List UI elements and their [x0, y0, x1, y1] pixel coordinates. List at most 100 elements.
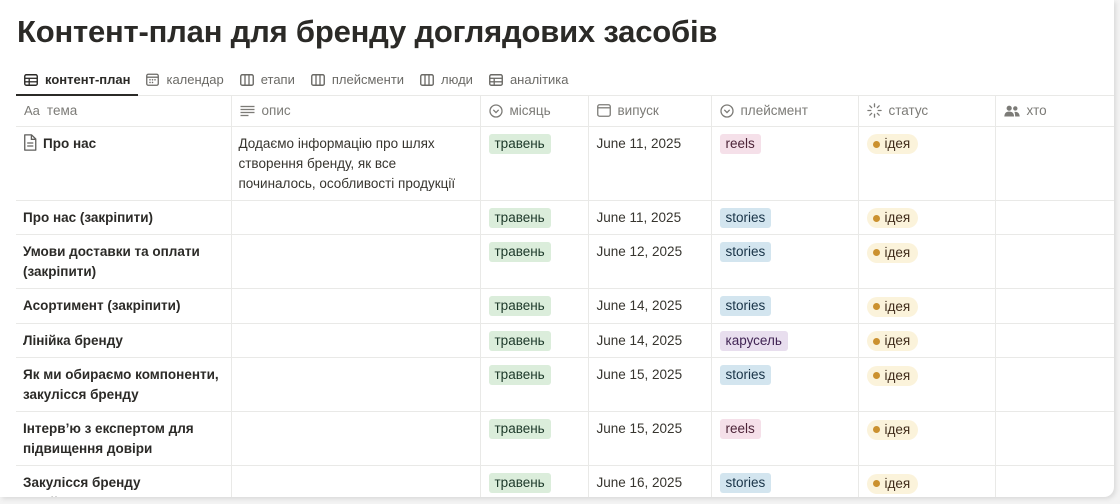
table-row[interactable]: Закулісся бренду (знайомство з командою)…: [16, 465, 1114, 497]
tab-3[interactable]: плейсменти: [303, 64, 412, 95]
cell-month[interactable]: травень: [480, 234, 589, 289]
cell-name[interactable]: Як ми обираємо компоненти, закулісся бре…: [16, 357, 232, 412]
table-row[interactable]: Про нас (закріпити) травень June 11, 2025 s…: [16, 200, 1114, 235]
cell-status[interactable]: ідея: [858, 357, 996, 412]
cell-placement[interactable]: stories: [711, 288, 859, 324]
column-header[interactable]: опис: [231, 96, 481, 127]
month-tag: травень: [488, 296, 551, 316]
release-date: June 15, 2025: [596, 367, 683, 382]
cell-description[interactable]: [231, 357, 481, 412]
cell-status[interactable]: ідея: [858, 323, 996, 358]
table-body: Про нас Додаємо інформацію про шлях створ…: [16, 126, 1114, 497]
cell-month[interactable]: травень: [480, 200, 589, 235]
cell-date[interactable]: June 11, 2025: [588, 126, 712, 201]
cell-status[interactable]: ідея: [858, 465, 996, 497]
cell-date[interactable]: June 11, 2025: [588, 200, 712, 235]
month-tag: травень: [488, 419, 551, 439]
date-icon: [596, 104, 611, 118]
tab-label: контент-план: [45, 72, 131, 87]
column-header[interactable]: статус: [858, 96, 996, 127]
cell-assignee[interactable]: [995, 465, 1114, 497]
cell-date[interactable]: June 15, 2025: [588, 357, 712, 412]
cell-placement[interactable]: reels: [711, 411, 859, 466]
cell-description[interactable]: [231, 411, 481, 466]
column-header-label: випуск: [617, 103, 659, 119]
cell-assignee[interactable]: [995, 411, 1114, 466]
cell-placement[interactable]: stories: [711, 465, 859, 497]
column-header[interactable]: випуск: [588, 96, 712, 127]
cell-assignee[interactable]: [995, 288, 1114, 324]
cell-description[interactable]: [231, 323, 481, 358]
status-badge: ідея: [866, 365, 919, 386]
cell-description[interactable]: [231, 200, 481, 235]
cell-assignee[interactable]: [995, 234, 1114, 289]
column-header[interactable]: Aa тема: [16, 96, 232, 127]
table-row[interactable]: Асортимент (закріпити) травень June 14, 20…: [16, 288, 1114, 324]
cell-month[interactable]: травень: [480, 323, 589, 358]
cell-date[interactable]: June 16, 2025: [588, 465, 712, 497]
text-icon: Aa: [24, 103, 40, 119]
placement-tag: stories: [719, 365, 772, 385]
cell-assignee[interactable]: [995, 126, 1114, 201]
cell-date[interactable]: June 14, 2025: [588, 323, 712, 358]
cell-description[interactable]: [231, 234, 481, 289]
status-dot-icon: [872, 214, 880, 222]
tab-1[interactable]: календар: [138, 64, 231, 95]
content-table: Aa тема опис місяць випуск плейсмент статус хто…: [16, 96, 1114, 497]
cell-assignee[interactable]: [995, 323, 1114, 358]
cell-assignee[interactable]: [995, 200, 1114, 235]
row-title: Асортимент (закріпити): [23, 298, 181, 313]
row-title: Умови доставки та оплати (закріпити): [23, 244, 200, 279]
table-row[interactable]: Інтерв’ю з експертом для підвищення дові…: [16, 411, 1114, 466]
table-icon: [489, 73, 503, 86]
release-date: June 14, 2025: [596, 332, 683, 348]
cell-name[interactable]: Про нас: [16, 126, 232, 201]
cell-status[interactable]: ідея: [858, 288, 996, 324]
column-header[interactable]: місяць: [480, 96, 589, 127]
cell-date[interactable]: June 12, 2025: [588, 234, 712, 289]
row-title: Як ми обираємо компоненти, закулісся бре…: [23, 367, 219, 402]
column-header[interactable]: хто: [995, 96, 1114, 127]
cell-assignee[interactable]: [995, 357, 1114, 412]
cell-month[interactable]: травень: [480, 411, 589, 466]
cell-name[interactable]: Умови доставки та оплати (закріпити): [16, 234, 232, 289]
table-row[interactable]: Умови доставки та оплати (закріпити) трав…: [16, 234, 1114, 289]
row-title: Про нас: [43, 135, 97, 151]
tab-2[interactable]: етапи: [232, 64, 303, 95]
lines-icon: [240, 105, 255, 117]
cell-placement[interactable]: карусель: [711, 323, 859, 358]
cell-placement[interactable]: stories: [711, 200, 859, 235]
cell-date[interactable]: June 14, 2025: [588, 288, 712, 324]
column-header-label: опис: [261, 103, 291, 119]
cell-description[interactable]: [231, 288, 481, 324]
table-row[interactable]: Про нас Додаємо інформацію про шлях створ…: [16, 126, 1114, 201]
cell-date[interactable]: June 15, 2025: [588, 411, 712, 466]
cell-name[interactable]: Про нас (закріпити): [16, 200, 232, 235]
cell-month[interactable]: травень: [480, 357, 589, 412]
cell-name[interactable]: Інтерв’ю з експертом для підвищення дові…: [16, 411, 232, 466]
cell-name[interactable]: Закулісся бренду (знайомство з командою): [16, 465, 232, 497]
table-row[interactable]: Лінійка бренду травень June 14, 2025 карусе…: [16, 323, 1114, 358]
cell-name[interactable]: Лінійка бренду: [16, 323, 232, 358]
tab-label: календар: [166, 72, 224, 87]
table-row[interactable]: Як ми обираємо компоненти, закулісся бре…: [16, 357, 1114, 412]
cell-placement[interactable]: stories: [711, 234, 859, 289]
row-title: Про нас (закріпити): [23, 209, 154, 225]
column-header[interactable]: плейсмент: [711, 96, 859, 127]
cell-placement[interactable]: reels: [711, 126, 859, 201]
cell-status[interactable]: ідея: [858, 411, 996, 466]
cell-status[interactable]: ідея: [858, 200, 996, 235]
cell-month[interactable]: травень: [480, 288, 589, 324]
cell-status[interactable]: ідея: [858, 234, 996, 289]
cell-status[interactable]: ідея: [858, 126, 996, 201]
tab-5[interactable]: аналітика: [481, 64, 577, 95]
cell-description[interactable]: Додаємо інформацію про шлях створення бр…: [231, 126, 481, 201]
select-icon: [488, 104, 503, 118]
cell-month[interactable]: травень: [480, 465, 589, 497]
tab-0[interactable]: контент-план: [16, 64, 139, 96]
cell-month[interactable]: травень: [480, 126, 589, 201]
tab-4[interactable]: люди: [412, 64, 481, 95]
cell-description[interactable]: [231, 465, 481, 497]
cell-placement[interactable]: stories: [711, 357, 859, 412]
cell-name[interactable]: Асортимент (закріпити): [16, 288, 232, 324]
